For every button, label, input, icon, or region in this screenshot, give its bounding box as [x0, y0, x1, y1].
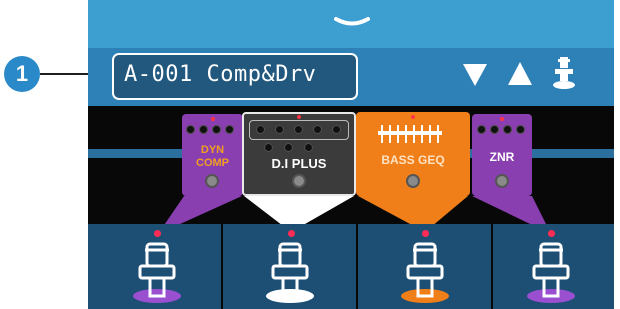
- knob: [294, 125, 303, 134]
- knob: [186, 125, 195, 134]
- effect-label: D.I PLUS: [271, 156, 327, 171]
- knob: [304, 143, 313, 152]
- knob: [256, 125, 265, 134]
- footswitch-indicator: [548, 230, 555, 237]
- device-screen: A-001 Comp&Drv DYN COMP D.I PLUS BASS GE…: [88, 0, 614, 309]
- knob: [313, 125, 322, 134]
- effect-dyn-comp[interactable]: DYN COMP: [182, 114, 243, 196]
- knob: [275, 125, 284, 134]
- effect-led: [294, 176, 304, 186]
- knob: [284, 143, 293, 152]
- effect-active-dot: [500, 117, 504, 121]
- effect-led: [207, 176, 217, 186]
- footswitch-icon: [133, 242, 181, 303]
- effect-znr[interactable]: ZNR: [472, 114, 532, 196]
- footswitch-icon: [401, 242, 449, 303]
- callout-number-badge: 1: [4, 56, 40, 92]
- footswitch-indicator: [422, 230, 429, 237]
- knob: [332, 125, 341, 134]
- knob: [199, 125, 208, 134]
- effect-label-line2: COMP: [196, 157, 229, 169]
- footswitch-indicator: [154, 230, 161, 237]
- effect-label: BASS GEQ: [381, 153, 445, 167]
- knob: [212, 125, 221, 134]
- effect-led: [497, 176, 507, 186]
- effect-dj-plus[interactable]: D.I PLUS: [242, 112, 356, 196]
- knob: [490, 125, 499, 134]
- effect-led: [408, 176, 418, 186]
- effect-label: ZNR: [489, 150, 515, 164]
- footswitch-icon: [266, 242, 314, 303]
- eq-sliders-icon: [378, 125, 442, 143]
- effect-label-line1: DYN: [200, 144, 225, 156]
- knob: [503, 125, 512, 134]
- knob: [477, 125, 486, 134]
- effect-active-dot: [211, 117, 215, 121]
- knob: [264, 143, 273, 152]
- knob: [516, 125, 525, 134]
- effect-bass-geq[interactable]: BASS GEQ: [356, 112, 470, 196]
- footswitch-icon: [527, 242, 575, 303]
- knob: [225, 125, 234, 134]
- effect-active-dot: [411, 115, 415, 119]
- effect-active-dot: [297, 115, 301, 119]
- footswitch-indicator: [288, 230, 295, 237]
